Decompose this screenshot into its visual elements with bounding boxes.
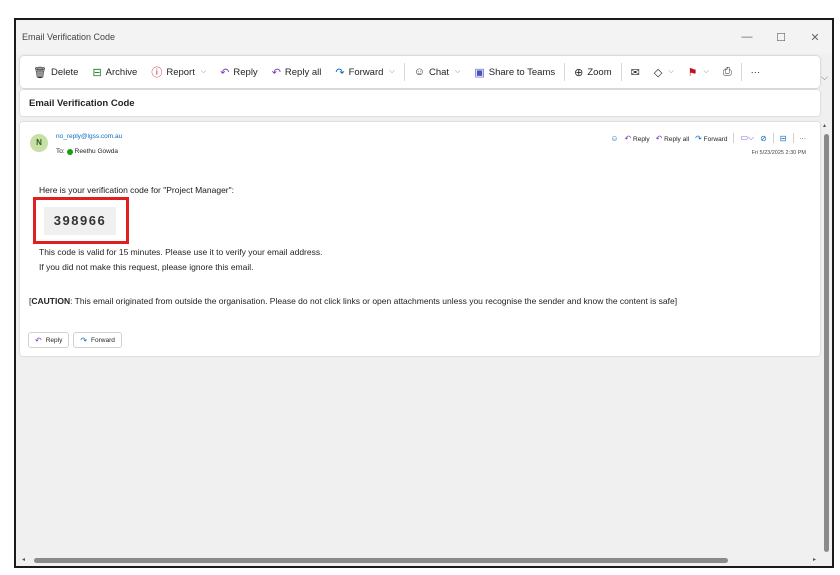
validity-text: This code is valid for 15 minutes. Pleas… (39, 247, 323, 257)
divider (403, 63, 405, 81)
title-bar: Email Verification Code — ☐ ✕ (16, 20, 832, 54)
report-button[interactable]: ⓘ Report ⌵ (144, 60, 213, 84)
forward-action[interactable]: ↷ Forward (695, 134, 727, 143)
archive-icon: ⊟ (92, 66, 102, 79)
avatar[interactable]: N (30, 134, 48, 152)
divider (772, 133, 774, 143)
intro-text: Here is your verification code for "Proj… (39, 185, 235, 195)
horizontal-scroll-thumb[interactable] (34, 558, 728, 563)
share-to-teams-button[interactable]: ▣ Share to Teams (467, 60, 562, 84)
more-options-button[interactable]: ··· (744, 60, 768, 84)
code-highlight-box: 398966 (33, 197, 129, 244)
sender-address[interactable]: no_reply@lgss.com.au (56, 133, 122, 140)
immersive-reader-icon[interactable]: ⊟ (780, 134, 787, 143)
chat-button[interactable]: ☺ Chat ⌵ (407, 60, 468, 84)
chevron-down-icon[interactable]: ⌵ (704, 68, 709, 76)
maximize-button[interactable]: ☐ (764, 31, 798, 44)
ribbon-toolbar: 🗑 Delete ⊟ Archive ⓘ Report ⌵ ↶ Reply ↶ Reply … (20, 56, 820, 88)
reply-all-button[interactable]: ↶ Reply all (265, 60, 329, 84)
flag-button[interactable]: ⚑ ⌵ (681, 60, 716, 84)
reply-action[interactable]: ↶ Reply (625, 134, 650, 143)
bottom-actions: ↶ Reply ↷ Forward (28, 332, 122, 348)
email-window: Email Verification Code — ☐ ✕ 🗑 Delete ⊟ A… (14, 18, 834, 568)
scroll-up-icon[interactable]: ▴ (823, 122, 826, 129)
horizontal-scrollbar[interactable]: ◂ ▸ (16, 554, 822, 566)
to-label: To: (56, 148, 65, 155)
report-icon: ⓘ (151, 67, 163, 79)
print-button[interactable]: ⎙ (716, 60, 739, 84)
divider (564, 63, 566, 81)
print-icon: ⎙ (722, 65, 732, 78)
scroll-right-icon[interactable]: ▸ (813, 556, 816, 563)
chevron-down-icon[interactable]: ⌵ (389, 68, 394, 76)
chevron-down-icon[interactable]: ⌵ (455, 68, 460, 76)
scroll-left-icon[interactable]: ◂ (22, 556, 25, 563)
divider (620, 63, 622, 81)
envelope-icon: ✉ (630, 66, 640, 79)
minimize-button[interactable]: — (730, 31, 764, 43)
zoom-button[interactable]: ⊕ Zoom (567, 60, 619, 84)
caution-text: : This email originated from outside the… (70, 296, 675, 306)
more-actions-button[interactable]: ··· (800, 135, 807, 142)
forward-icon: ↷ (695, 133, 702, 143)
apps-icon[interactable]: ▭⌵ (740, 133, 754, 143)
reply-icon: ↶ (35, 335, 42, 345)
presence-dot-icon (66, 148, 73, 155)
mark-read-button[interactable]: ✉ (624, 60, 647, 84)
window-title: Email Verification Code (22, 32, 116, 42)
verification-code[interactable]: 398966 (44, 207, 116, 235)
emoji-react-icon[interactable]: ☺ (610, 134, 618, 143)
zoom-icon: ⊕ (574, 66, 584, 79)
flag-icon: ⚑ (687, 66, 698, 79)
reply-icon: ↶ (624, 133, 632, 143)
forward-button[interactable]: ↷ Forward ⌵ (328, 60, 401, 84)
reply-icon: ↶ (220, 66, 230, 79)
forward-icon: ↷ (80, 335, 88, 345)
message-pane: N no_reply@lgss.com.au To: Reethu Gowda … (20, 122, 820, 356)
delete-button[interactable]: 🗑 Delete (26, 60, 85, 84)
chevron-down-icon[interactable]: ⌵ (201, 68, 206, 76)
divider (740, 63, 742, 81)
ignore-text: If you did not make this request, please… (39, 262, 254, 272)
message-date: Fri 5/23/2025 2:30 PM (751, 150, 806, 156)
vertical-scroll-thumb[interactable] (824, 134, 829, 552)
reply-button[interactable]: ↶ Reply (213, 60, 265, 84)
chevron-down-icon[interactable]: ⌵ (668, 68, 673, 76)
tag-icon: ◇ (653, 66, 663, 79)
bottom-reply-button[interactable]: ↶ Reply (28, 332, 70, 348)
expand-ribbon-chevron-icon[interactable]: ⌵ (821, 72, 828, 83)
divider (733, 133, 735, 143)
tag-button[interactable]: ◇ ⌵ (647, 60, 681, 84)
forward-icon: ↷ (335, 66, 345, 79)
bottom-forward-button[interactable]: ↷ Forward (73, 332, 122, 348)
trash-icon: 🗑 (33, 66, 47, 79)
reply-all-icon: ↶ (271, 66, 281, 79)
caution-notice: [CAUTION: This email originated from out… (29, 296, 678, 306)
close-button[interactable]: ✕ (798, 31, 832, 44)
loop-icon[interactable]: ⊘ (760, 134, 767, 143)
subject-header: Email Verification Code (20, 90, 820, 116)
vertical-scrollbar[interactable]: ▴ (820, 122, 832, 558)
recipient-line: To: Reethu Gowda (56, 148, 118, 155)
reply-all-icon: ↶ (655, 133, 663, 143)
teams-icon: ▣ (474, 66, 485, 79)
archive-button[interactable]: ⊟ Archive (85, 60, 144, 84)
message-actions: ☺ ↶ Reply ↶ Reply all ↷ Forward ▭⌵ ⊘ ⊟ ·… (610, 133, 806, 143)
recipient-name[interactable]: Reethu Gowda (75, 148, 118, 155)
caution-label: CAUTION (31, 296, 71, 306)
chat-icon: ☺ (413, 66, 425, 78)
reply-all-action[interactable]: ↶ Reply all (656, 134, 689, 143)
divider (792, 133, 794, 143)
